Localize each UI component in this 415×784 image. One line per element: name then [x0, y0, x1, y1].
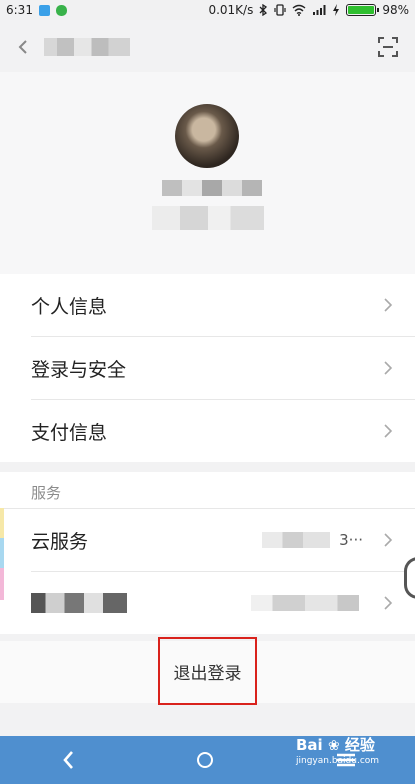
watermark-brand-cn: 经验 [344, 736, 375, 754]
back-arrow-icon[interactable] [10, 32, 40, 62]
battery-icon [346, 4, 380, 16]
logout-label: 退出登录 [173, 663, 242, 684]
services-menu: 服务 云服务 3··· [0, 472, 415, 634]
status-bar: 6:31 0.01K/s 98% [0, 0, 415, 20]
account-menu: 个人信息 登录与安全 支付信息 [0, 274, 415, 462]
wifi-icon [292, 4, 306, 16]
menu-item-payment-info[interactable]: 支付信息 [0, 400, 415, 462]
watermark-brand: Bai [296, 736, 323, 754]
chevron-right-icon [384, 361, 393, 375]
paw-icon: ❀ [327, 738, 340, 754]
nav-back-icon[interactable] [62, 750, 76, 770]
cloud-account-redacted [262, 532, 330, 548]
floating-ball-handle[interactable] [404, 557, 415, 599]
chevron-right-icon [384, 533, 393, 547]
account-title-redacted [44, 38, 130, 56]
bluetooth-icon [259, 4, 268, 16]
cloud-service-value: 3··· [339, 531, 363, 549]
menu-item-label: 支付信息 [31, 421, 108, 444]
top-bar [0, 20, 415, 72]
account-name-redacted [162, 180, 262, 196]
menu-item-label: 个人信息 [31, 295, 108, 318]
logout-area: 退出登录 [0, 637, 415, 705]
menu-item-cloud-service[interactable]: 云服务 3··· [0, 509, 415, 571]
chevron-right-icon [384, 596, 393, 610]
edge-decoration [0, 568, 4, 600]
section-title-services: 服务 [31, 484, 62, 502]
account-id-redacted [152, 206, 264, 230]
app-notification-icon-2 [55, 4, 67, 16]
menu-item-label: 云服务 [31, 530, 89, 553]
charging-icon [333, 4, 340, 16]
status-time: 6:31 [6, 3, 33, 17]
profile-header [0, 72, 415, 274]
menu-item-redacted[interactable] [0, 572, 415, 634]
vibrate-icon [274, 4, 286, 16]
section-gap [0, 462, 415, 472]
edge-decoration [0, 538, 4, 568]
watermark-site: jingyan.baidu.com [296, 756, 380, 766]
scan-icon[interactable] [377, 36, 399, 58]
edge-decoration [0, 508, 4, 538]
avatar[interactable] [175, 104, 239, 168]
signal-icon [313, 5, 326, 15]
chevron-right-icon [384, 424, 393, 438]
logout-button[interactable]: 退出登录 [158, 637, 257, 705]
menu-item-login-security[interactable]: 登录与安全 [0, 337, 415, 399]
menu-item-value-redacted [251, 595, 359, 611]
app-notification-icon [38, 4, 50, 16]
baidu-jingyan-watermark: Bai ❀ 经验 jingyan.baidu.com [296, 738, 412, 782]
menu-item-label: 登录与安全 [31, 358, 127, 381]
chevron-right-icon [384, 298, 393, 312]
menu-item-personal-info[interactable]: 个人信息 [0, 274, 415, 336]
nav-home-icon[interactable] [197, 752, 213, 768]
battery-percent: 98% [382, 3, 409, 17]
network-speed: 0.01K/s [208, 3, 254, 17]
menu-item-label-redacted [31, 593, 127, 613]
